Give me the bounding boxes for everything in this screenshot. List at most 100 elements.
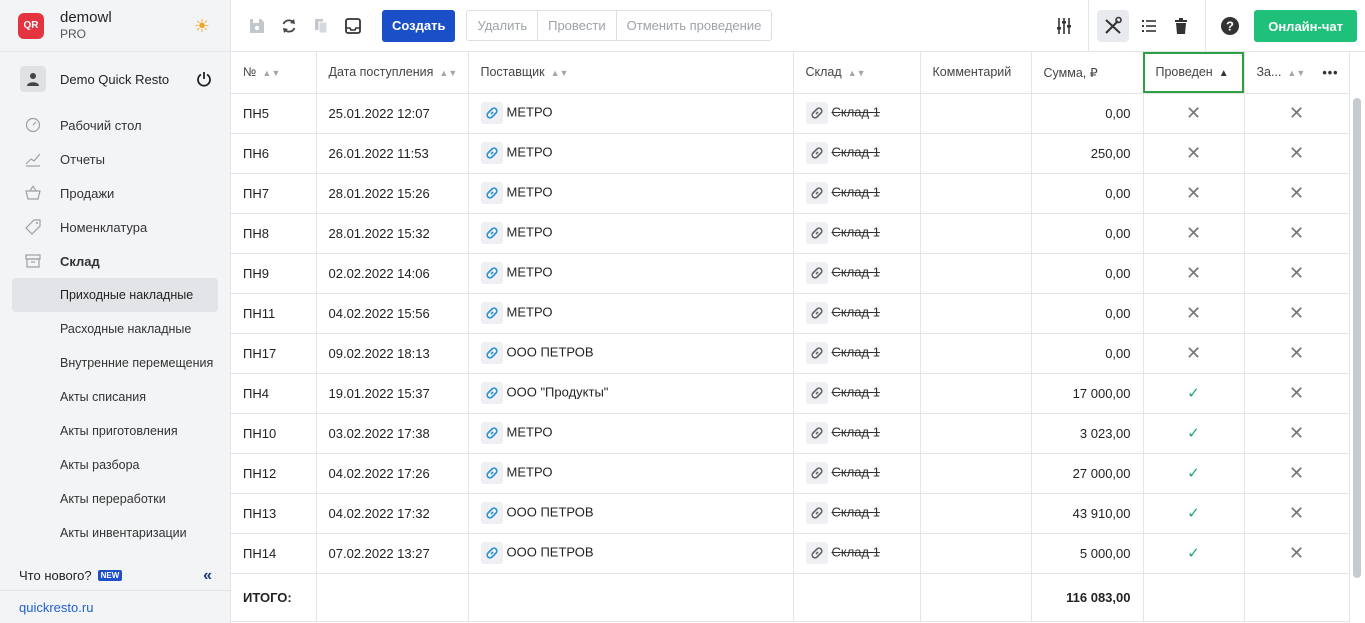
- link-icon[interactable]: [805, 302, 828, 324]
- col-header-date[interactable]: Дата поступления ▲▼: [316, 52, 469, 94]
- cell-posted: ✕: [1143, 93, 1245, 134]
- link-icon[interactable]: [805, 422, 828, 444]
- link-icon[interactable]: [480, 102, 503, 124]
- cell-date: 04.02.2022 17:26: [316, 453, 469, 494]
- link-icon[interactable]: [805, 342, 828, 364]
- col-header-supplier[interactable]: Поставщик ▲▼: [468, 52, 794, 94]
- cross-icon: ✕: [1185, 142, 1202, 163]
- nav-item-sales[interactable]: Продажи: [0, 176, 230, 210]
- cell-sum: 0,00: [1031, 173, 1144, 214]
- col-header-warehouse[interactable]: Склад ▲▼: [793, 52, 921, 94]
- cell-comment: [920, 453, 1032, 494]
- theme-toggle-icon[interactable]: ☀: [192, 16, 212, 36]
- link-icon[interactable]: [480, 182, 503, 204]
- table-row[interactable]: ПН10 03.02.2022 17:38 МЕТРО Склад 1 3 023,00…: [231, 413, 1350, 454]
- cell-comment: [920, 253, 1032, 294]
- table-row[interactable]: ПН9 02.02.2022 14:06 МЕТРО Склад 1 0,00 ✕ ✕: [231, 253, 1350, 294]
- filter-settings-icon[interactable]: [1048, 10, 1080, 42]
- sub-item-preparation[interactable]: Акты приготовления: [12, 414, 218, 448]
- cell-posted: ✓: [1143, 453, 1245, 494]
- link-icon[interactable]: [805, 542, 828, 564]
- nav-item-nomenclature[interactable]: Номенклатура: [0, 210, 230, 244]
- sub-item-processing[interactable]: Акты переработки: [12, 482, 218, 516]
- nav-item-warehouse[interactable]: Склад: [0, 244, 230, 278]
- brand-header[interactable]: QR demowl PRO ☀: [0, 0, 230, 52]
- link-icon[interactable]: [805, 262, 828, 284]
- supplier-name: МЕТРО: [506, 464, 553, 480]
- cell-supplier: МЕТРО: [468, 293, 794, 334]
- col-header-num[interactable]: № ▲▼: [231, 52, 317, 94]
- copy-icon[interactable]: [305, 10, 337, 42]
- link-icon[interactable]: [480, 422, 503, 444]
- link-icon[interactable]: [805, 102, 828, 124]
- refresh-icon[interactable]: [273, 10, 305, 42]
- help-icon[interactable]: ?: [1214, 10, 1246, 42]
- user-profile[interactable]: Demo Quick Resto: [0, 54, 230, 104]
- tools-icon[interactable]: [1097, 10, 1130, 42]
- table-row[interactable]: ПН17 09.02.2022 18:13 ООО ПЕТРОВ Склад 1 0,0…: [231, 333, 1350, 374]
- inbox-icon[interactable]: [337, 10, 369, 42]
- link-icon[interactable]: [805, 142, 828, 164]
- table-row[interactable]: ПН5 25.01.2022 12:07 МЕТРО Склад 1 0,00 ✕ ✕: [231, 93, 1350, 134]
- link-icon[interactable]: [480, 222, 503, 244]
- col-header-extra[interactable]: За... ▲▼ •••: [1244, 52, 1350, 94]
- table-row[interactable]: ПН14 07.02.2022 13:27 ООО ПЕТРОВ Склад 1 5 0…: [231, 533, 1350, 574]
- nav-item-reports[interactable]: Отчеты: [0, 142, 230, 176]
- save-icon[interactable]: [241, 10, 273, 42]
- link-icon[interactable]: [480, 382, 503, 404]
- link-icon[interactable]: [805, 222, 828, 244]
- cell-num: ПН11: [231, 293, 317, 334]
- online-chat-button[interactable]: Онлайн-чат: [1254, 10, 1357, 42]
- whats-new-link[interactable]: Что нового? NEW «: [0, 561, 230, 591]
- sub-item-transfers[interactable]: Внутренние перемещения: [12, 346, 218, 380]
- link-icon[interactable]: [805, 502, 828, 524]
- sub-item-write-offs[interactable]: Акты списания: [12, 380, 218, 414]
- link-icon[interactable]: [480, 462, 503, 484]
- link-icon[interactable]: [480, 342, 503, 364]
- sub-item-outgoing-invoices[interactable]: Расходные накладные: [12, 312, 218, 346]
- power-icon[interactable]: [196, 71, 212, 87]
- link-icon[interactable]: [480, 502, 503, 524]
- link-icon[interactable]: [480, 262, 503, 284]
- table-row[interactable]: ПН12 04.02.2022 17:26 МЕТРО Склад 1 27 000,0…: [231, 453, 1350, 494]
- nav-item-label: Номенклатура: [60, 219, 148, 235]
- sub-item-disassembly[interactable]: Акты разбора: [12, 448, 218, 482]
- cell-date: 25.01.2022 12:07: [316, 93, 469, 134]
- list-icon[interactable]: [1133, 10, 1165, 42]
- link-icon[interactable]: [480, 302, 503, 324]
- sub-item-inventory[interactable]: Акты инвентаризации: [12, 516, 218, 550]
- trash-icon[interactable]: [1165, 10, 1197, 42]
- cell-warehouse: Склад 1: [793, 293, 921, 334]
- col-header-comment[interactable]: Комментарий: [920, 52, 1032, 94]
- table-row[interactable]: ПН4 19.01.2022 15:37 ООО "Продукты" Склад 1…: [231, 373, 1350, 414]
- link-icon[interactable]: [805, 382, 828, 404]
- nav-item-dashboard[interactable]: Рабочий стол: [0, 108, 230, 142]
- table-row[interactable]: ПН13 04.02.2022 17:32 ООО ПЕТРОВ Склад 1 43 …: [231, 493, 1350, 534]
- sub-item-incoming-invoices[interactable]: Приходные накладные: [12, 278, 218, 312]
- col-label: Проведен: [1155, 65, 1213, 80]
- cell-posted: ✕: [1143, 333, 1245, 374]
- table-row[interactable]: ПН6 26.01.2022 11:53 МЕТРО Склад 1 250,00 ✕ ✕: [231, 133, 1350, 174]
- link-icon[interactable]: [805, 182, 828, 204]
- delete-button[interactable]: Удалить: [467, 11, 539, 40]
- post-button[interactable]: Провести: [538, 11, 617, 40]
- unpost-button[interactable]: Отменить проведение: [617, 11, 772, 40]
- table-row[interactable]: ПН7 28.01.2022 15:26 МЕТРО Склад 1 0,00 ✕ ✕: [231, 173, 1350, 214]
- create-button[interactable]: Создать: [382, 9, 456, 42]
- link-icon[interactable]: [480, 542, 503, 564]
- site-link[interactable]: quickresto.ru: [0, 591, 230, 623]
- table-row[interactable]: ПН11 04.02.2022 15:56 МЕТРО Склад 1 0,00 ✕ ✕: [231, 293, 1350, 334]
- table-scrollbar[interactable]: [1353, 98, 1361, 578]
- collapse-sidebar-icon[interactable]: «: [203, 567, 212, 585]
- table-row[interactable]: ПН8 28.01.2022 15:32 МЕТРО Склад 1 0,00 ✕ ✕: [231, 213, 1350, 254]
- col-header-posted[interactable]: Проведен ▲: [1143, 52, 1245, 94]
- cell-date: 03.02.2022 17:38: [316, 413, 469, 454]
- more-options-icon[interactable]: •••: [1322, 66, 1338, 80]
- link-icon[interactable]: [805, 462, 828, 484]
- col-label: За...: [1256, 65, 1282, 80]
- cell-supplier: МЕТРО: [468, 253, 794, 294]
- sidebar: QR demowl PRO ☀ Demo Quick Resto Рабочий…: [0, 0, 231, 623]
- col-header-sum[interactable]: Сумма, ₽: [1031, 52, 1144, 94]
- cross-icon: ✕: [1185, 342, 1202, 363]
- link-icon[interactable]: [480, 142, 503, 164]
